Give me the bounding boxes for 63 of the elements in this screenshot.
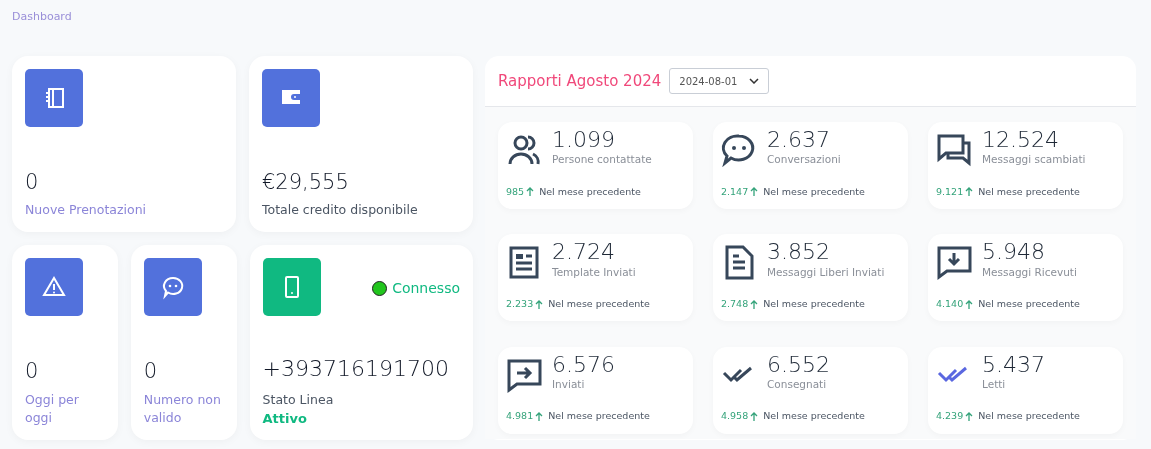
comparison-note: Nel mese precedente	[548, 409, 650, 424]
comparison-note: Nel mese precedente	[978, 409, 1080, 424]
line-status: Attivo	[262, 409, 308, 428]
previous-value: 4.140	[936, 297, 964, 312]
previous-value: 4.239	[936, 409, 964, 424]
report-title: Rapporti Agosto 2024	[498, 70, 662, 92]
stat-label: Messaggi scambiati	[982, 152, 1086, 168]
trend-up-icon	[965, 187, 974, 197]
chat-icon	[721, 132, 757, 168]
previous-value: 2.147	[721, 184, 749, 199]
previous-value: 2.233	[506, 297, 534, 312]
previous-value: 9.121	[936, 184, 964, 199]
stat-value: 2.724	[552, 240, 616, 265]
trend-up-icon	[526, 187, 535, 197]
stat-value: €29,555	[262, 170, 350, 196]
stat-value: 0	[25, 359, 40, 385]
previous-value: 4.981	[506, 409, 534, 424]
comparison-note: Nel mese precedente	[763, 297, 865, 312]
stat-label: Persone contattate	[552, 152, 652, 168]
trend-up-icon	[750, 187, 759, 197]
stat-value: 5.948	[982, 240, 1046, 265]
trend-up-icon	[750, 412, 759, 422]
inbox-icon	[936, 244, 972, 281]
comparison-note: Nel mese precedente	[548, 297, 650, 312]
comparison-note: Nel mese precedente	[763, 409, 865, 424]
stat-label: Messaggi Liberi Inviati	[767, 264, 885, 280]
stat-label: Template Inviati	[552, 264, 636, 280]
stat-value: 6.552	[767, 352, 830, 377]
trend-up-icon	[535, 299, 544, 309]
stat-value: 0	[143, 359, 159, 385]
stat-value: 12.524	[982, 128, 1060, 153]
stat-value: 5.437	[982, 352, 1045, 377]
stat-value: 6.576	[552, 352, 615, 377]
stat-label: Inviati	[552, 376, 586, 392]
comparison-note: Nel mese precedente	[539, 184, 641, 199]
stat-label: Numero non valido	[143, 390, 222, 428]
previous-value: 2.748	[721, 297, 749, 312]
stat-label: Conversazioni	[767, 152, 841, 168]
trend-up-icon	[965, 299, 974, 309]
stat-label: Messaggi Ricevuti	[982, 264, 1077, 280]
caret-icon	[749, 78, 760, 84]
stat-label: Totale credito disponibile	[262, 201, 419, 220]
date-select[interactable]: 2024-08-01	[669, 68, 770, 94]
stat-label: Nuove Prenotazioni	[25, 201, 148, 220]
stat-value: +393716191700	[262, 355, 450, 383]
comparison-note: Nel mese precedente	[978, 184, 1080, 199]
connection-status: Connesso	[392, 279, 460, 298]
stat-value: 0	[25, 170, 40, 196]
trend-up-icon	[535, 412, 544, 422]
stat-label: Oggi per oggi	[25, 390, 80, 428]
stat-value: 3.852	[767, 240, 831, 265]
stat-label: Consegnati	[767, 376, 828, 392]
comparison-note: Nel mese precedente	[763, 184, 865, 199]
stat-value: 2.637	[767, 128, 831, 153]
trend-up-icon	[965, 412, 974, 422]
stat-label: Letti	[982, 376, 1007, 392]
previous-value: 985	[506, 184, 525, 199]
stat-value: 1.099	[552, 128, 616, 153]
previous-value: 4.958	[721, 409, 749, 424]
chat-bubbles-icon	[936, 132, 972, 168]
trend-up-icon	[750, 299, 759, 309]
stat-label: Stato Linea	[262, 392, 335, 409]
comparison-note: Nel mese precedente	[978, 297, 1080, 312]
